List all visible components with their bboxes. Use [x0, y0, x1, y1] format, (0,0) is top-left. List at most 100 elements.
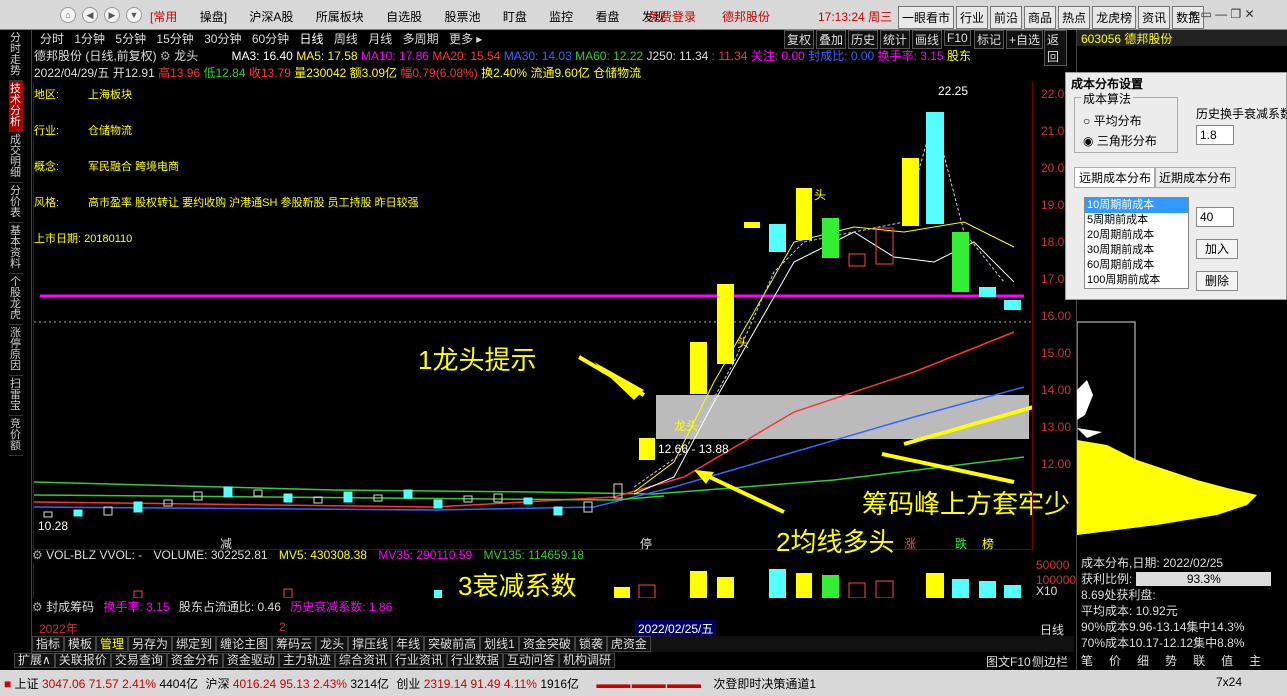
rtab-detail[interactable]: 细 — [1137, 652, 1149, 669]
settings-icon[interactable]: ⚙ — [32, 600, 43, 614]
tab-far-cost[interactable]: 远期成本分布 — [1074, 167, 1157, 188]
menu-hs-a[interactable]: 沪深A股 — [249, 10, 293, 24]
ext-related[interactable]: 关联报价 — [54, 653, 111, 668]
f10-button[interactable]: F10 — [944, 30, 971, 46]
tab-tiger-fund[interactable]: 虎资金 — [606, 636, 651, 652]
candlestick-chart[interactable]: 22.25 10.28 12.66 - 13.88 龙头 头 头 减 停 涨 跌… — [33, 82, 1045, 551]
list-item[interactable]: 20周期前成本 — [1085, 228, 1188, 243]
cy-name[interactable]: 创业 — [396, 677, 420, 691]
list-item[interactable]: 60周期前成本 — [1085, 258, 1188, 273]
tab-manage[interactable]: 管理 — [96, 636, 129, 652]
period-60min[interactable]: 60分钟 — [252, 32, 289, 46]
tab-dragon[interactable]: 龙头 — [316, 636, 349, 652]
period-input[interactable]: 40 — [1196, 207, 1234, 227]
back-icon[interactable]: ◀ — [82, 7, 98, 23]
f10-link[interactable]: 图文F10 — [986, 653, 1031, 670]
tab-time-sharing[interactable]: 分时走势 — [8, 30, 23, 81]
period-1min[interactable]: 1分钟 — [74, 32, 105, 46]
quick-overview[interactable]: 一眼看市 — [898, 6, 955, 29]
tab-template[interactable]: 模板 — [64, 636, 97, 652]
list-item[interactable]: 30周期前成本 — [1085, 243, 1188, 258]
status-message[interactable]: 次登即时决策通道1 — [713, 677, 816, 691]
rtab-trade[interactable]: 笔 — [1081, 652, 1093, 669]
sh-name[interactable]: 上证 — [15, 677, 39, 691]
menu-view[interactable]: 看盘 — [596, 10, 620, 24]
period-more[interactable]: 更多 ▸ — [449, 32, 482, 46]
forward-icon[interactable]: ▶ — [104, 7, 120, 23]
tab-bind[interactable]: 绑定到 — [172, 636, 217, 652]
tab-trades[interactable]: 成交明细 — [8, 132, 23, 183]
rtab-related[interactable]: 联 — [1193, 652, 1205, 669]
period-5min[interactable]: 5分钟 — [115, 32, 146, 46]
ext-fund-drive[interactable]: 资金驱动 — [222, 653, 279, 668]
period-intraday[interactable]: 分时 — [40, 32, 64, 46]
tab-line1[interactable]: 划线1 — [480, 636, 519, 652]
list-item[interactable]: 100周期前成本 — [1085, 273, 1188, 288]
decay-input[interactable]: 1.8 — [1196, 125, 1234, 145]
tab-dragon[interactable]: 个股龙虎 — [8, 274, 23, 325]
list-item[interactable]: 10周期前成本 — [1085, 198, 1188, 213]
ext-research[interactable]: 机构调研 — [558, 653, 615, 668]
tab-price-table[interactable]: 分价表 — [8, 183, 23, 223]
radio-triangle[interactable]: ◉ 三角形分布 — [1083, 132, 1157, 149]
home-icon[interactable]: ⌂ — [60, 7, 76, 23]
tab-raid[interactable]: 锁袭 — [574, 636, 607, 652]
quick-industry[interactable]: 行业 — [956, 6, 989, 29]
add-watch-button[interactable]: +自选 — [1006, 30, 1044, 49]
period-monthly[interactable]: 月线 — [368, 32, 392, 46]
ext-ind-data[interactable]: 行业数据 — [446, 653, 503, 668]
menu-sector[interactable]: 所属板块 — [316, 10, 364, 24]
tab-mine-scan[interactable]: 扫雷宝 — [8, 376, 23, 416]
add-button[interactable]: 加入 — [1196, 239, 1238, 259]
menu-operate[interactable]: 操盘] — [200, 10, 227, 24]
tab-year-line[interactable]: 年线 — [392, 636, 425, 652]
quick-commodity[interactable]: 商品 — [1024, 6, 1057, 29]
window-controls-icon[interactable]: ♥ ▭ — ❐ ✕ — [1190, 7, 1255, 21]
period-daily[interactable]: 日线 — [300, 32, 324, 46]
period-15min[interactable]: 15分钟 — [156, 32, 193, 46]
menu-stock-pool[interactable]: 股票池 — [444, 10, 480, 24]
rtab-trend[interactable]: 势 — [1165, 652, 1177, 669]
period-list[interactable]: 10周期前成本 5周期前成本 20周期前成本 30周期前成本 60周期前成本 1… — [1084, 197, 1189, 289]
sz-name[interactable]: 沪深 — [205, 677, 229, 691]
ext-qa[interactable]: 互动问答 — [502, 653, 559, 668]
tab-chan-main[interactable]: 缠论主图 — [216, 636, 273, 652]
quick-hotspot[interactable]: 热点 — [1058, 6, 1091, 29]
ext-fund-dist[interactable]: 资金分布 — [166, 653, 223, 668]
daily-label[interactable]: 日线 — [1040, 621, 1064, 638]
login-link[interactable]: 免费登录 — [648, 8, 696, 25]
ext-main-track[interactable]: 主力轨迹 — [278, 653, 335, 668]
tab-fundamentals[interactable]: 基本资料 — [8, 223, 23, 274]
quick-dragon-list[interactable]: 龙虎榜 — [1092, 6, 1137, 29]
volume-chart[interactable] — [33, 563, 1031, 599]
rtab-value[interactable]: 值 — [1221, 652, 1233, 669]
menu-monitor[interactable]: 监控 — [549, 10, 573, 24]
dropdown-icon[interactable]: ▼ — [126, 7, 142, 23]
tab-chip-cloud[interactable]: 筹码云 — [272, 636, 317, 652]
tab-breakout[interactable]: 突破前高 — [424, 636, 481, 652]
period-weekly[interactable]: 周线 — [334, 32, 358, 46]
tab-fund-break[interactable]: 资金突破 — [518, 636, 575, 652]
menu-common[interactable]: [常用 — [150, 10, 177, 24]
period-multi[interactable]: 多周期 — [403, 32, 439, 46]
tab-near-cost[interactable]: 近期成本分布 — [1154, 167, 1237, 188]
sidebar-link[interactable]: 侧边栏 — [1032, 653, 1068, 670]
menu-watchlist[interactable]: 自选股 — [386, 10, 422, 24]
tab-auction[interactable]: 竞价额 — [8, 416, 23, 456]
settings-icon[interactable]: ⚙ — [32, 548, 43, 562]
mark-button[interactable]: 标记 — [974, 30, 1005, 49]
delete-button[interactable]: 删除 — [1196, 271, 1238, 291]
quick-news[interactable]: 资讯 — [1138, 6, 1171, 29]
tab-support-line[interactable]: 撑压线 — [348, 636, 393, 652]
tab-save-as[interactable]: 另存为 — [128, 636, 173, 652]
tab-limit-reason[interactable]: 涨停原因 — [8, 325, 23, 376]
tab-indicator[interactable]: 指标 — [32, 636, 65, 652]
menu-monitor-board[interactable]: 盯盘 — [503, 10, 527, 24]
ext-trade[interactable]: 交易查询 — [110, 653, 167, 668]
rtab-main[interactable]: 主 — [1249, 652, 1261, 669]
settings-icon[interactable]: ⚙ — [160, 49, 171, 63]
ext-ind-news[interactable]: 行业资讯 — [390, 653, 447, 668]
period-30min[interactable]: 30分钟 — [204, 32, 241, 46]
ext-news[interactable]: 综合资讯 — [334, 653, 391, 668]
rtab-price[interactable]: 价 — [1109, 652, 1121, 669]
